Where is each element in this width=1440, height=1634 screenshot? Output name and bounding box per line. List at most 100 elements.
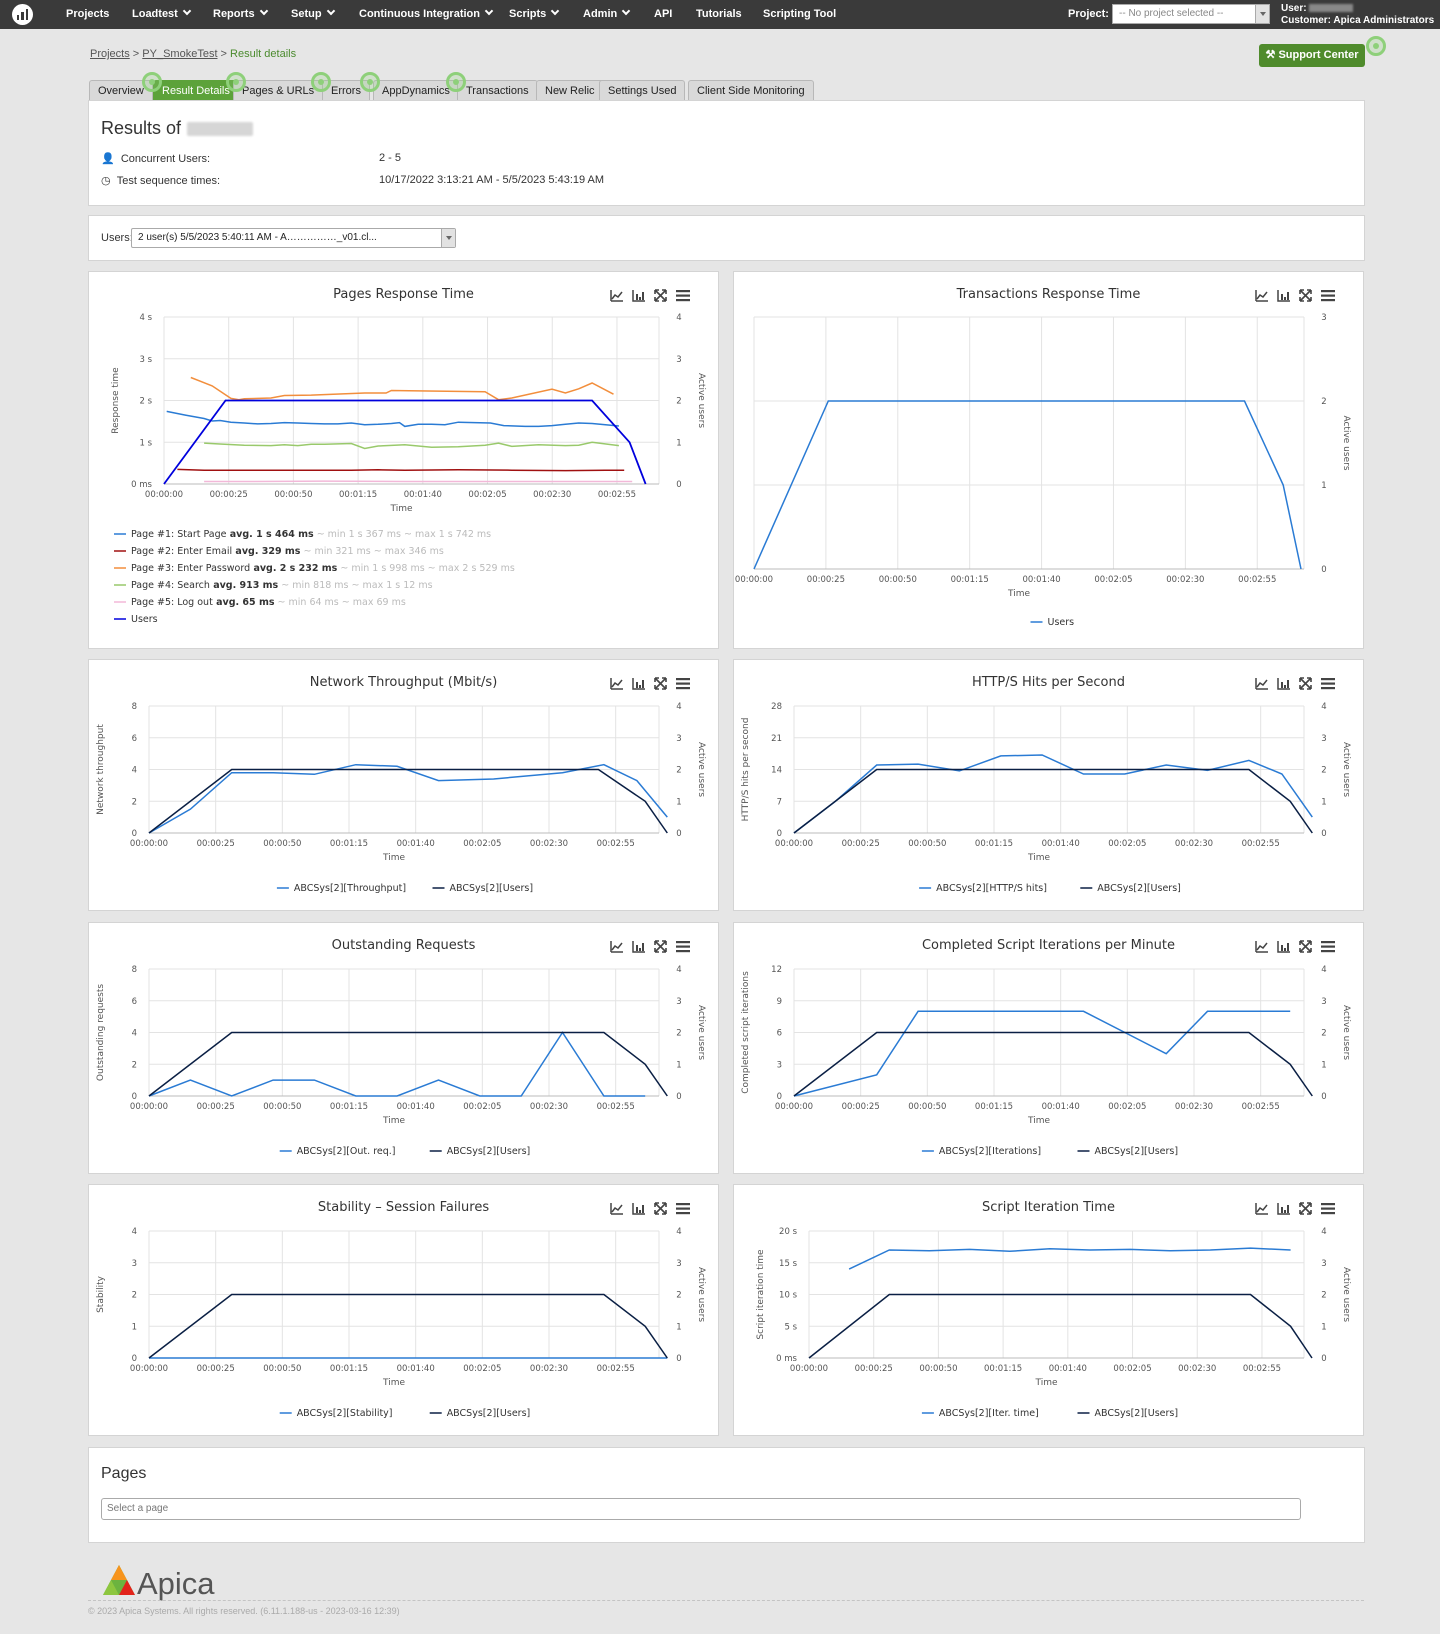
nav-tutorials-label: Tutorials [696, 8, 742, 20]
chart-svg: Outstanding Requests 00:00:00 00:00:25 00:0… [96, 938, 706, 1157]
legend-series-name: Users [131, 614, 158, 625]
y2-tick-label: 4 [676, 1227, 681, 1237]
y-tick-label: 12 [771, 965, 782, 975]
y2-tick-label: 4 [676, 965, 681, 975]
line-chart-icon[interactable] [1255, 941, 1268, 953]
menu-icon[interactable] [1321, 1203, 1335, 1215]
expand-icon[interactable] [1299, 677, 1312, 690]
guide-beacon-icon[interactable] [360, 72, 380, 92]
chart-network-throughput: Network Throughput (Mbit/s) 00:00:00 00:00… [88, 659, 719, 911]
menu-icon[interactable] [676, 290, 690, 302]
x-tick-label: 00:00:00 [775, 839, 813, 849]
line-chart-icon[interactable] [610, 678, 623, 690]
nav-scripts[interactable]: Scripts [509, 0, 560, 29]
bar-chart-icon[interactable] [1277, 678, 1290, 690]
support-center-button[interactable]: ⚒ Support Center [1259, 44, 1365, 67]
bar-chart-icon[interactable] [1277, 290, 1290, 302]
tab-new-relic[interactable]: New Relic [536, 80, 604, 100]
legend-item: ABCSys[2][Users] [1097, 883, 1181, 894]
page-select[interactable]: Select a page [101, 1498, 1301, 1520]
legend-item: ABCSys[2][Users] [1095, 1146, 1179, 1157]
apica-logo-icon[interactable] [12, 4, 33, 25]
breadcrumb-test-link[interactable]: PY_SmokeTest [142, 48, 217, 60]
x-tick-label: 00:00:00 [130, 1364, 168, 1374]
expand-icon[interactable] [1299, 289, 1312, 302]
bar-chart-icon[interactable] [632, 678, 645, 690]
results-title-text: Results of [101, 118, 182, 138]
chevron-down-icon [259, 6, 268, 16]
y-axis-label: HTTP/S hits per second [741, 718, 751, 822]
expand-icon[interactable] [654, 940, 667, 953]
nav-projects[interactable]: Projects [66, 0, 109, 29]
user-label: User: [1281, 3, 1307, 14]
users-select[interactable]: 2 user(s) 5/5/2023 5:40:11 AM - A……………_v… [131, 228, 456, 248]
line-chart-icon[interactable] [610, 941, 623, 953]
icon-bar [636, 1207, 638, 1213]
y-axis-label: Network throughput [96, 724, 106, 815]
project-select[interactable]: -- No project selected -- [1112, 4, 1270, 24]
expand-icon[interactable] [654, 289, 667, 302]
guide-beacon-icon[interactable] [1366, 36, 1386, 56]
x-tick-label: 00:02:05 [1113, 1364, 1151, 1374]
expand-icon[interactable] [654, 1202, 667, 1215]
menu-icon[interactable] [676, 941, 690, 953]
expand-icon[interactable] [1299, 1202, 1312, 1215]
tab-transactions[interactable]: Transactions [457, 80, 538, 100]
expand-icon[interactable] [654, 677, 667, 690]
tab-label: Client Side Monitoring [697, 85, 805, 97]
menu-icon[interactable] [1321, 290, 1335, 302]
menu-icon[interactable] [676, 1203, 690, 1215]
x-tick-label: 00:00:00 [145, 490, 183, 500]
bar-chart-icon[interactable] [1277, 941, 1290, 953]
line-chart-icon[interactable] [1255, 290, 1268, 302]
x-tick-label: 00:00:50 [263, 839, 301, 849]
bar-chart-icon[interactable] [632, 941, 645, 953]
menu-icon[interactable] [1321, 941, 1335, 953]
nav-setup[interactable]: Setup [291, 0, 335, 29]
guide-beacon-icon[interactable] [142, 72, 162, 92]
legend-item: ABCSys[2][Out. req.] [297, 1146, 396, 1157]
y-tick-label: 0 ms [131, 480, 152, 490]
bar-chart-icon[interactable] [632, 290, 645, 302]
tab-pages-urls[interactable]: Pages & URLs [233, 80, 324, 100]
nav-reports[interactable]: Reports [213, 0, 268, 29]
y2-tick-label: 1 [676, 797, 681, 807]
tab-client-side-monitoring[interactable]: Client Side Monitoring [688, 80, 814, 100]
y2-tick-label: 3 [1321, 997, 1326, 1007]
icon-stroke [611, 291, 623, 300]
bar-chart-icon[interactable] [632, 1203, 645, 1215]
nav-admin-label: Admin [583, 8, 618, 20]
x-tick-label: 00:00:50 [919, 1364, 957, 1374]
menu-icon[interactable] [676, 678, 690, 690]
line-chart-icon[interactable] [1255, 678, 1268, 690]
tab-settings-used[interactable]: Settings Used [599, 80, 686, 100]
nav-continuous-integration[interactable]: Continuous Integration [359, 0, 494, 29]
y-tick-label: 6 [132, 734, 137, 744]
nav-admin[interactable]: Admin [583, 0, 631, 29]
guide-beacon-icon[interactable] [446, 72, 466, 92]
expand-icon[interactable] [1299, 940, 1312, 953]
icon-bar [676, 945, 690, 948]
bar-chart-icon[interactable] [1277, 1203, 1290, 1215]
users-label: Users: [101, 232, 133, 244]
y-tick-label: 2 [132, 797, 137, 807]
menu-icon[interactable] [1321, 678, 1335, 690]
icon-bar [1321, 945, 1335, 948]
nav-tutorials[interactable]: Tutorials [696, 0, 742, 29]
nav-loadtest[interactable]: Loadtest [132, 0, 192, 29]
x-tick-label: 00:02:05 [1094, 575, 1132, 585]
x-tick-label: 00:01:40 [1042, 839, 1080, 849]
breadcrumb-projects-link[interactable]: Projects [90, 48, 130, 60]
guide-beacon-icon[interactable] [226, 72, 246, 92]
y2-tick-label: 3 [676, 997, 681, 1007]
nav-scripting-tool[interactable]: Scripting Tool [763, 0, 836, 29]
line-chart-icon[interactable] [610, 290, 623, 302]
icon-stroke [1299, 940, 1312, 953]
nav-api[interactable]: API [654, 0, 672, 29]
legend-series-name: Page #3: Enter Password [131, 563, 250, 574]
guide-beacon-icon[interactable] [311, 72, 331, 92]
line-chart-icon[interactable] [610, 1203, 623, 1215]
line-chart-icon[interactable] [1255, 1203, 1268, 1215]
series-line [793, 1010, 1291, 1097]
x-tick-label: 00:00:25 [855, 1364, 893, 1374]
